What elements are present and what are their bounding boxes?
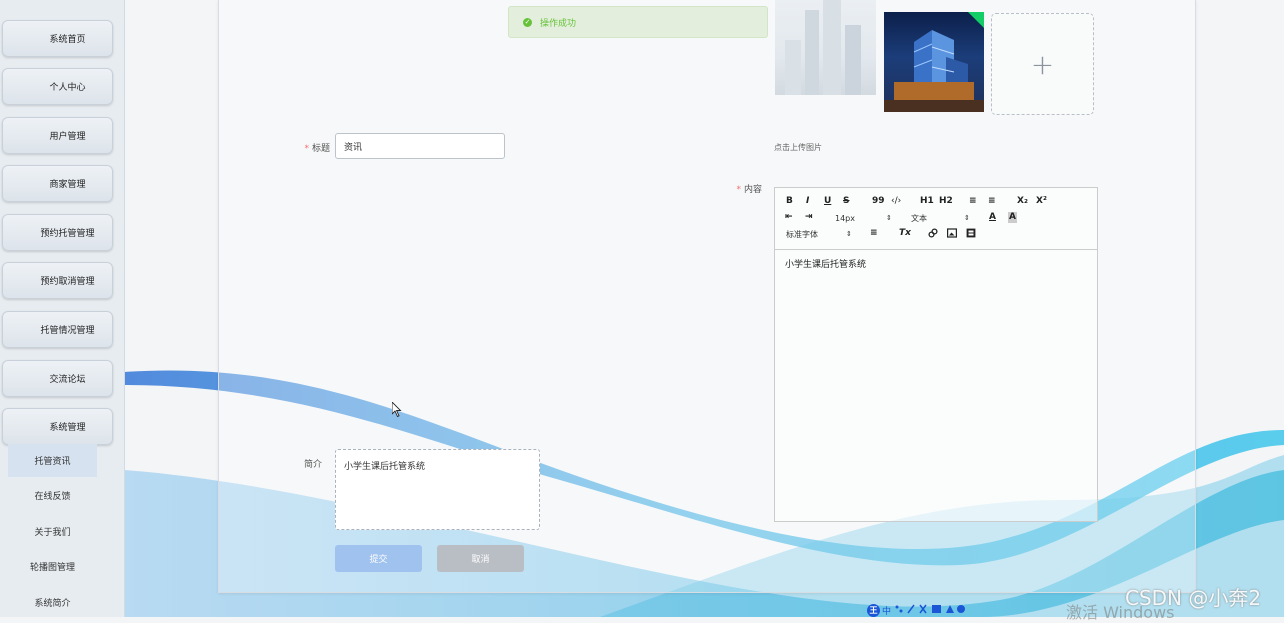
building-image: [785, 0, 861, 95]
blockquote-button[interactable]: 99: [872, 196, 885, 207]
align-button[interactable]: ≡: [870, 228, 878, 239]
sidebar: 系统首页 个人中心 用户管理 商家管理 预约托管管理 预约取消管理 托管情况管理…: [0, 0, 125, 617]
rich-text-editor: B I U S 99 ‹/› H1 H2 ≡ ≡ X₂ X² ⇤ ⇥ 14px ⇕…: [774, 187, 1098, 522]
sidebar-item-profile[interactable]: 个人中心: [2, 68, 113, 105]
sidebar-item-merchants[interactable]: 商家管理: [2, 165, 113, 202]
ime-toolbar[interactable]: 王 中: [867, 603, 981, 617]
underline-button[interactable]: U: [824, 196, 831, 207]
outdent-button[interactable]: ⇤: [785, 212, 793, 223]
submenu-item-label: 托管资讯: [34, 457, 71, 467]
ordered-list-button[interactable]: ≡: [969, 196, 977, 207]
required-mark: *: [304, 144, 309, 154]
font-size-select[interactable]: 14px ⇕: [835, 213, 893, 224]
sidebar-item-label: 托管情况管理: [40, 326, 95, 336]
bullet-list-button[interactable]: ≡: [988, 196, 996, 207]
check-circle-icon: ✓: [523, 17, 532, 27]
submenu-item-intro[interactable]: 系统简介: [8, 586, 97, 619]
submenu-item-label: 系统简介: [34, 599, 71, 609]
submenu-item-label: 轮播图管理: [29, 563, 75, 573]
intro-textarea[interactable]: 小学生课后托管系统: [335, 449, 540, 530]
subscript-button[interactable]: X₂: [1017, 196, 1028, 207]
sidebar-item-label: 系统首页: [49, 35, 86, 45]
title-input[interactable]: [335, 133, 505, 159]
select-arrow-icon: ⇕: [964, 214, 970, 222]
italic-button[interactable]: I: [806, 196, 809, 207]
upload-success-corner: [968, 12, 984, 28]
sidebar-item-cancellation[interactable]: 预约取消管理: [2, 262, 113, 299]
sidebar-item-system[interactable]: 系统管理: [2, 408, 113, 445]
sidebar-item-label: 预约取消管理: [40, 277, 95, 287]
toast-message: 操作成功: [540, 18, 577, 29]
submenu-item-news[interactable]: 托管资讯: [8, 444, 97, 477]
required-mark: *: [736, 185, 741, 195]
sidebar-item-label: 商家管理: [49, 180, 86, 190]
submenu-item-about[interactable]: 关于我们: [8, 515, 97, 548]
submenu-item-feedback[interactable]: 在线反馈: [8, 479, 97, 512]
submenu-item-carousel[interactable]: 轮播图管理: [8, 550, 97, 583]
title-label: * 标题: [304, 144, 330, 154]
image-upload-button[interactable]: +: [991, 13, 1094, 115]
sidebar-item-booking[interactable]: 预约托管管理: [2, 214, 113, 251]
header-select[interactable]: 文本 ⇕: [911, 213, 971, 224]
content-label: * 内容: [736, 185, 762, 195]
sidebar-item-label: 交流论坛: [49, 375, 86, 385]
bold-button[interactable]: B: [786, 196, 793, 207]
submenu-item-label: 关于我们: [34, 528, 71, 538]
editor-toolbar: B I U S 99 ‹/› H1 H2 ≡ ≡ X₂ X² ⇤ ⇥ 14px ⇕…: [775, 188, 1097, 250]
code-block-button[interactable]: ‹/›: [891, 196, 901, 207]
ime-mode: 中: [882, 606, 892, 617]
uploaded-image-2[interactable]: [884, 12, 984, 112]
ime-logo-icon: 王: [867, 603, 880, 617]
sidebar-item-label: 个人中心: [49, 83, 86, 93]
submit-button[interactable]: 提交: [335, 545, 422, 572]
success-toast: ✓ 操作成功: [508, 6, 768, 38]
uploaded-image-1[interactable]: [775, 0, 876, 95]
sidebar-item-label: 用户管理: [49, 132, 86, 142]
ime-tools-icon: [893, 604, 981, 617]
editor-content[interactable]: 小学生课后托管系统: [785, 257, 866, 270]
csdn-watermark: CSDN @小奔2: [1125, 586, 1262, 610]
upload-tip: 点击上传图片: [774, 143, 822, 152]
h1-button[interactable]: H1: [920, 196, 934, 207]
sidebar-item-home[interactable]: 系统首页: [2, 20, 113, 57]
font-family-select[interactable]: 标准字体 ⇕: [786, 229, 852, 240]
superscript-button[interactable]: X²: [1036, 196, 1047, 207]
cancel-button[interactable]: 取消: [437, 545, 524, 572]
image-icon[interactable]: [947, 228, 958, 242]
sidebar-item-label: 系统管理: [49, 423, 86, 433]
clean-format-button[interactable]: Tx: [899, 228, 911, 239]
strike-button[interactable]: S: [843, 196, 849, 207]
select-arrow-icon: ⇕: [886, 214, 892, 222]
font-color-button[interactable]: A: [989, 212, 996, 223]
sidebar-item-users[interactable]: 用户管理: [2, 117, 113, 154]
video-icon[interactable]: [966, 228, 976, 242]
submenu-item-label: 在线反馈: [34, 492, 71, 502]
h2-button[interactable]: H2: [939, 196, 953, 207]
indent-button[interactable]: ⇥: [805, 212, 813, 223]
intro-label: 简介: [303, 460, 322, 470]
mouse-cursor-icon: [392, 402, 402, 418]
select-arrow-icon: ⇕: [846, 230, 852, 238]
background-color-button[interactable]: A: [1008, 212, 1017, 223]
sidebar-item-care-status[interactable]: 托管情况管理: [2, 311, 113, 348]
link-icon[interactable]: [928, 228, 938, 242]
sidebar-item-forum[interactable]: 交流论坛: [2, 360, 113, 397]
sidebar-item-label: 预约托管管理: [40, 229, 95, 239]
plus-icon: +: [1030, 47, 1055, 81]
